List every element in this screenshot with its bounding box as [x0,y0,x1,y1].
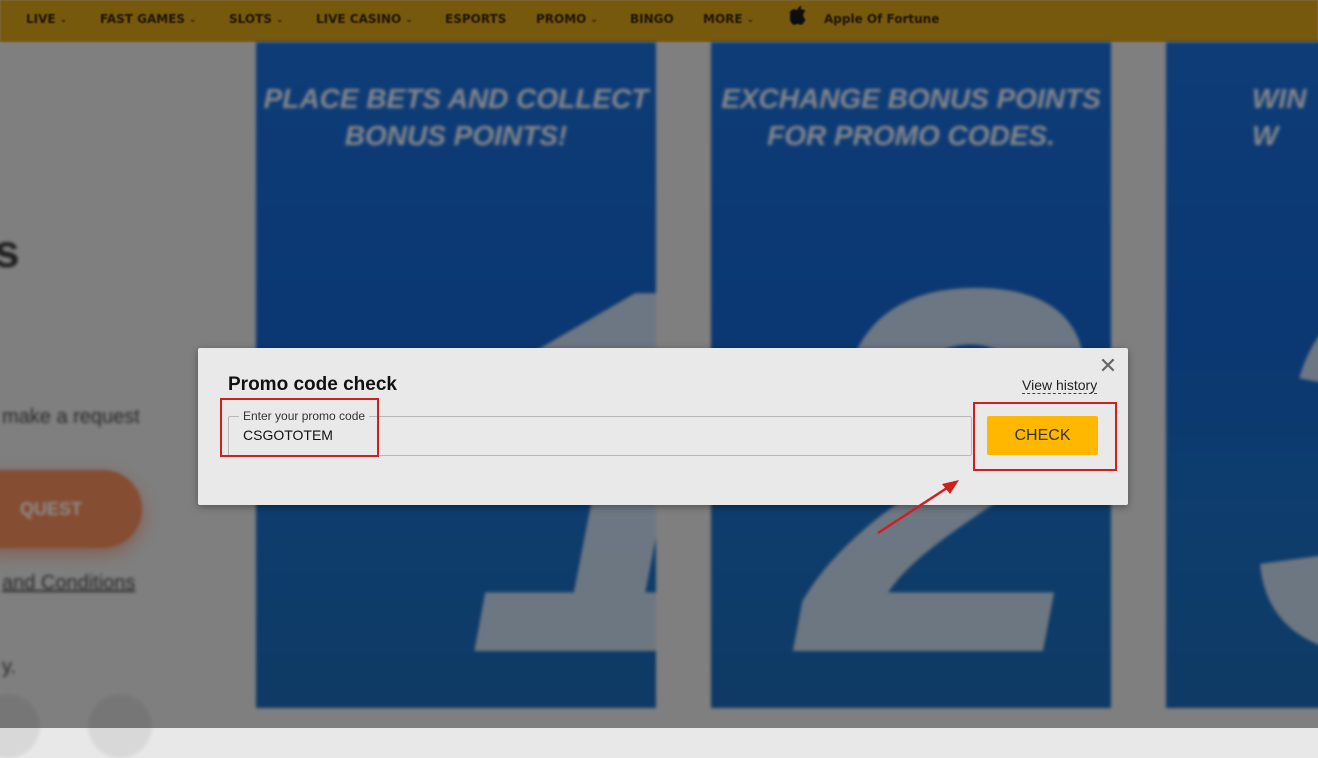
annotation-arrow-icon [877,480,959,535]
